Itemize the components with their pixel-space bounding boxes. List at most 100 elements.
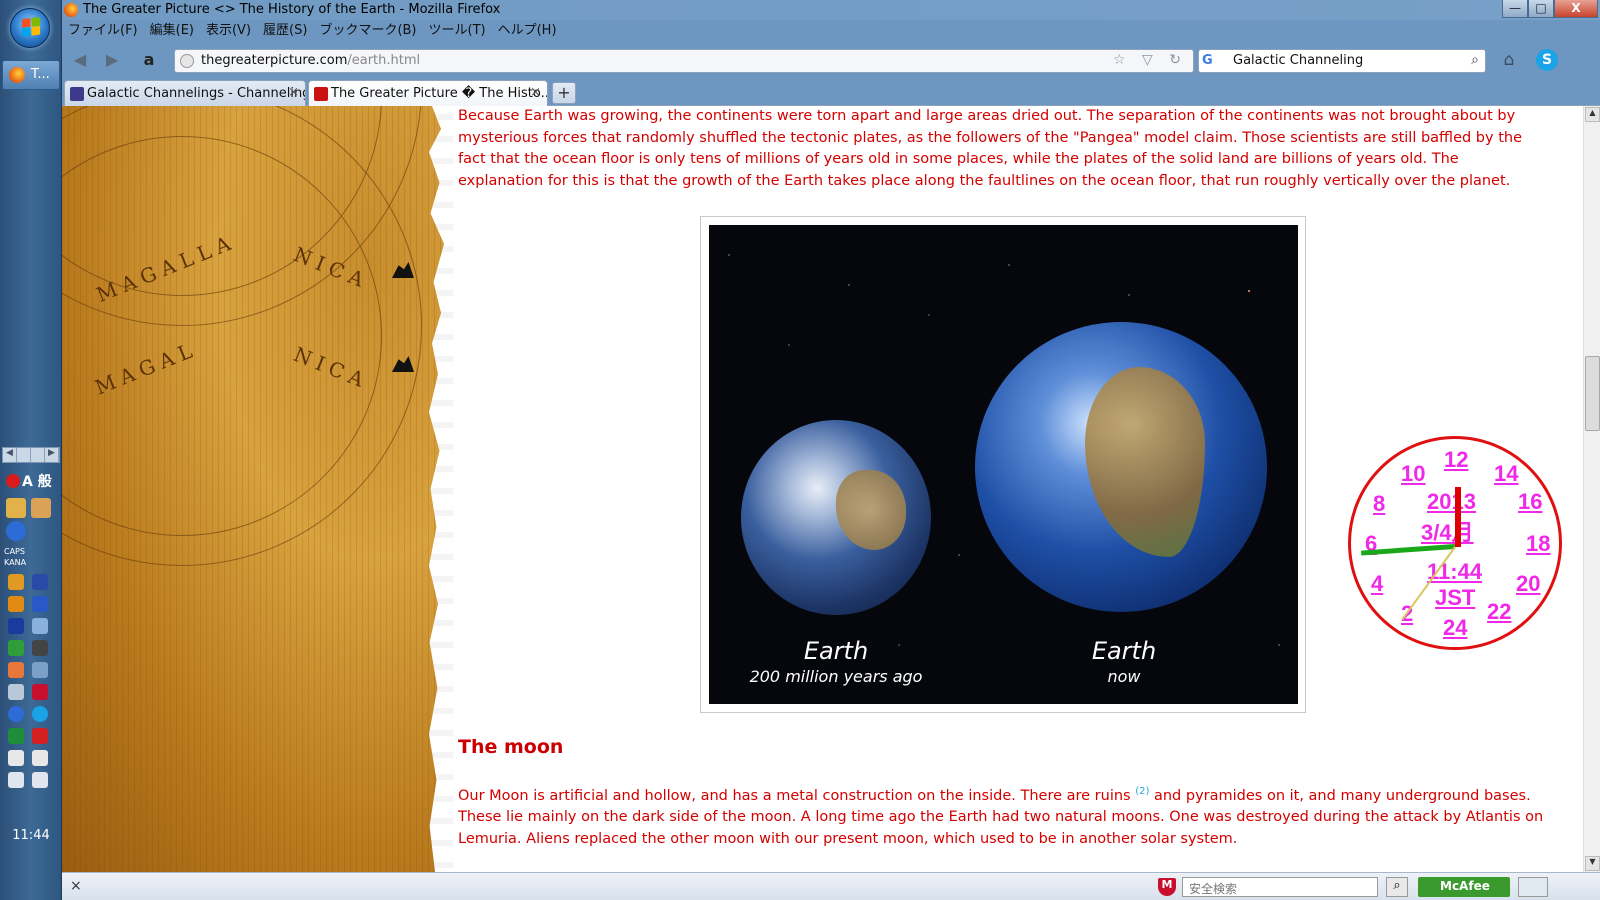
tab-bar: Galactic Channelings - Channeling... × T… (62, 78, 1600, 107)
scroll-up-button[interactable]: ▲ (1585, 107, 1600, 122)
tab-greater-picture[interactable]: The Greater Picture � The Histo... × (308, 80, 548, 107)
tray-search-icon[interactable] (8, 684, 24, 700)
close-button[interactable]: X (1554, 0, 1598, 18)
menu-bookmarks[interactable]: ブックマーク(B) (319, 20, 416, 42)
clock-hour-label: 20 (1516, 571, 1541, 596)
tray-clock-icon[interactable] (8, 706, 24, 722)
tray-app-icon[interactable] (8, 574, 24, 590)
tray-app-icon[interactable] (8, 618, 24, 634)
tray-app-icon[interactable] (8, 728, 24, 744)
clock-gadget[interactable]: 12 14 16 18 20 22 24 2 4 6 8 10 2013 3/4… (1348, 436, 1562, 650)
volume-icon[interactable] (32, 772, 48, 788)
tray-app-icon[interactable] (8, 662, 24, 678)
menu-history[interactable]: 履歴(S) (263, 20, 307, 42)
search-icon[interactable]: ⌕ (1471, 52, 1479, 68)
caption-now-title: Earth (1091, 637, 1157, 665)
tray-app-icon[interactable] (32, 640, 48, 656)
menu-file[interactable]: ファイル(F) (68, 20, 138, 42)
pager-slot[interactable] (31, 448, 45, 462)
mcafee-siteadvisor-button[interactable]: McAfee (1418, 877, 1510, 897)
search-icon[interactable]: ⌕ (1386, 877, 1408, 897)
clock-hour-label: 14 (1494, 461, 1519, 486)
mcafee-shield-icon[interactable]: M (1158, 878, 1176, 896)
tab-label: Galactic Channelings - Channeling... (87, 86, 306, 101)
tab-label: The Greater Picture � The Histo... (331, 86, 548, 101)
windows-taskbar: T... ◀ ▶ A 般 CAPS KANA 11:44 (0, 0, 62, 900)
vertical-scrollbar[interactable]: ▲ ▼ (1583, 106, 1600, 872)
arrow-right-icon: ▶ (105, 50, 119, 69)
clock-hour-label: 24 (1443, 615, 1468, 640)
google-icon[interactable]: G (1202, 53, 1222, 70)
space-image: Earth 200 million years ago Earth now (709, 225, 1298, 704)
torn-edge (429, 106, 453, 872)
start-button[interactable] (10, 8, 50, 48)
tray-chart-icon[interactable] (32, 596, 48, 612)
system-tray (8, 574, 56, 788)
scroll-down-button[interactable]: ▼ (1585, 856, 1600, 871)
menu-edit[interactable]: 編集(E) (150, 20, 194, 42)
scroll-thumb[interactable] (1585, 356, 1600, 431)
safe-search-input[interactable]: 安全検索 (1182, 877, 1378, 897)
status-bar: × M 安全検索 ⌕ McAfee (62, 872, 1600, 900)
pager-slot[interactable] (17, 448, 31, 462)
caption-past: Earth 200 million years ago (731, 637, 941, 686)
pager-prev[interactable]: ◀ (3, 448, 17, 462)
forward-button[interactable]: ▶ (100, 49, 124, 71)
title-bar: The Greater Picture <> The History of th… (62, 0, 1600, 20)
search-bar[interactable]: G Galactic Channeling ⌕ (1198, 49, 1486, 73)
clock-hour-label: 22 (1487, 599, 1512, 624)
tab-galactic-channelings[interactable]: Galactic Channelings - Channeling... × (64, 80, 306, 106)
tray-dollar-icon[interactable] (8, 596, 24, 612)
tab-close-icon[interactable]: × (288, 85, 299, 100)
tray-app-icon[interactable] (32, 662, 48, 678)
url-actions[interactable]: ☆ ▽ ↻ (1113, 52, 1187, 68)
close-findbar-icon[interactable]: × (70, 878, 82, 894)
menu-help[interactable]: ヘルプ(H) (498, 20, 557, 42)
skype-button[interactable]: S (1536, 49, 1558, 71)
tray-mcafee-icon[interactable] (32, 684, 48, 700)
url-bar[interactable]: thegreaterpicture.com/earth.html ☆ ▽ ↻ (174, 49, 1194, 73)
help-icon[interactable] (6, 521, 26, 541)
tray-app-icon[interactable] (32, 574, 48, 590)
clock-hour-label: 16 (1518, 489, 1543, 514)
clock-hour-label: 12 (1444, 447, 1469, 472)
box-icon[interactable] (31, 498, 51, 518)
menu-tools[interactable]: ツール(T) (429, 20, 486, 42)
tray-app-icon[interactable] (32, 706, 48, 722)
ime-bar[interactable]: A 般 (2, 470, 60, 492)
caps-kana-indicator: CAPS KANA (4, 546, 26, 568)
home-icon: ⌂ (1503, 50, 1515, 70)
caption-past-title: Earth (803, 637, 869, 665)
url-text[interactable]: thegreaterpicture.com/earth.html (201, 53, 420, 68)
network-icon[interactable] (8, 772, 24, 788)
tray-app-icon[interactable] (32, 750, 48, 766)
minimize-button[interactable]: — (1502, 0, 1528, 18)
footnote-link[interactable]: (2) (1135, 786, 1149, 797)
intro-paragraph: Because Earth was growing, the continent… (458, 108, 1523, 189)
earth-present-globe (975, 322, 1267, 612)
folder-icon[interactable] (6, 498, 26, 518)
tab-close-icon[interactable]: × (530, 85, 541, 100)
flag-icon[interactable] (8, 750, 24, 766)
amazon-button[interactable]: a (138, 50, 160, 70)
tray-app-icon[interactable] (8, 640, 24, 656)
decorative-map: MAGALLA NICA MAGAL NICA (62, 106, 453, 872)
taskbar-firefox-button[interactable]: T... (2, 60, 60, 90)
tray-pdf-icon[interactable] (32, 728, 48, 744)
maximize-button[interactable]: □ (1528, 0, 1554, 18)
caption-now-subtitle: now (1107, 667, 1141, 686)
tray-network-icon[interactable] (32, 618, 48, 634)
new-tab-button[interactable]: + (552, 82, 576, 104)
clock-timezone: JST (1435, 585, 1476, 610)
search-input[interactable]: Galactic Channeling (1233, 53, 1363, 68)
back-button[interactable]: ◀ (68, 49, 92, 71)
status-addon-button[interactable] (1518, 877, 1548, 897)
caps-label: CAPS (4, 547, 25, 556)
ime-mode[interactable]: A 般 (22, 471, 52, 491)
taskbar-clock[interactable]: 11:44 (0, 828, 62, 843)
menu-view[interactable]: 表示(V) (206, 20, 251, 42)
site-identity-icon[interactable] (180, 54, 194, 68)
pager-next[interactable]: ▶ (45, 448, 59, 462)
home-button[interactable]: ⌂ (1498, 50, 1520, 70)
desktop-pager[interactable]: ◀ ▶ (2, 447, 60, 463)
